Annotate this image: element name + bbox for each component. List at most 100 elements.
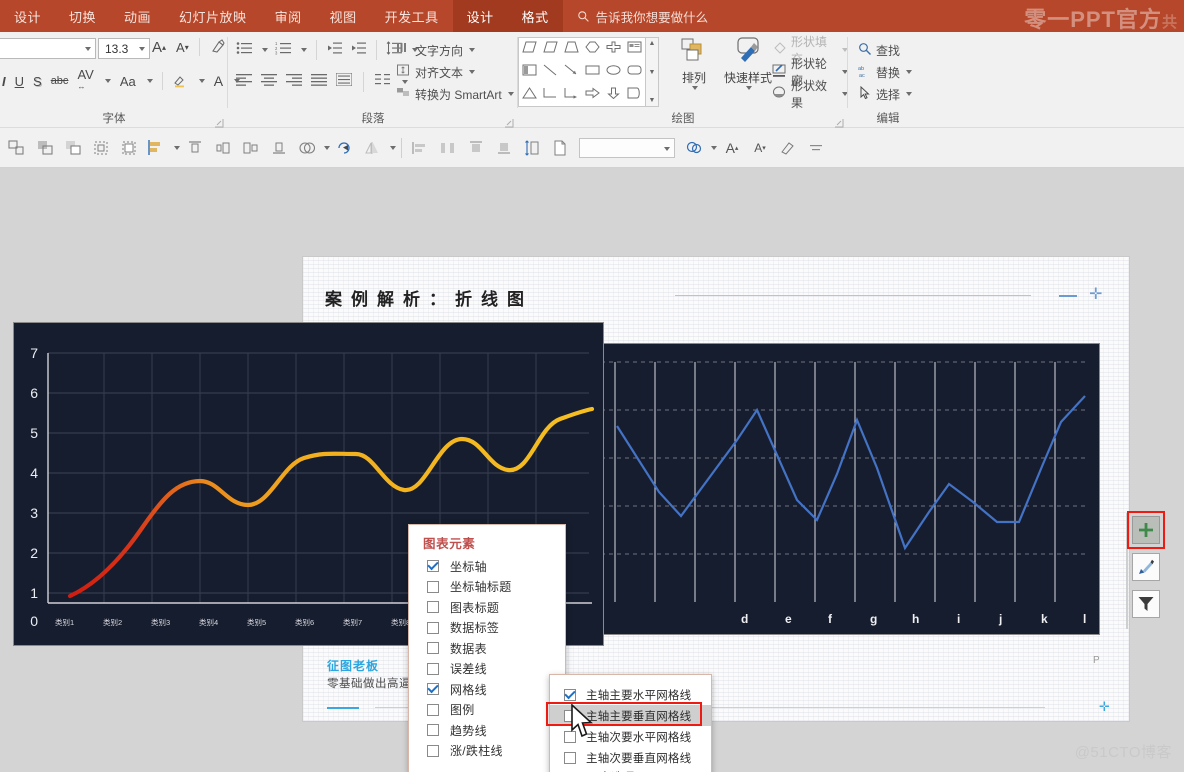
checkbox[interactable] <box>564 751 576 764</box>
chart-element-data-table[interactable]: 数据表 <box>409 638 565 659</box>
decrease-font-quick-button[interactable]: A ▾ <box>747 135 773 161</box>
chevron-down-icon[interactable]: ▼ <box>649 69 656 76</box>
font-color-button[interactable]: A <box>214 73 223 89</box>
rotate-icon[interactable] <box>332 135 358 161</box>
chart-elements-menu[interactable]: 图表元素 坐标轴 坐标轴标题 图表标题 数据标签 数据表 误差线 网格线 图例 … <box>408 524 566 772</box>
find-button[interactable]: 查找 <box>858 39 912 61</box>
submenu-primary-minor-horizontal[interactable]: 主轴次要水平网格线 <box>550 726 711 747</box>
font-size-combo[interactable]: 13.3 <box>98 38 150 59</box>
chevron-down-icon[interactable] <box>390 145 396 150</box>
bullets-button[interactable] <box>236 41 253 60</box>
underline-button[interactable]: U <box>15 74 24 89</box>
replace-button[interactable]: ab ac 替换 <box>858 61 913 83</box>
checkbox[interactable] <box>564 730 576 743</box>
shape-picture-icon[interactable] <box>522 63 537 81</box>
flip-icon[interactable] <box>360 135 386 161</box>
distribute-text-button[interactable] <box>335 72 353 91</box>
quick-styles-button[interactable]: 快速样式 <box>722 36 774 90</box>
new-slide-icon[interactable] <box>547 135 573 161</box>
chevron-down-icon[interactable] <box>174 145 180 150</box>
chevron-down-icon[interactable] <box>262 48 268 52</box>
checkbox[interactable] <box>564 688 576 701</box>
chart-element-gridlines[interactable]: 网格线 <box>409 679 565 700</box>
shapes-gallery[interactable] <box>518 37 646 107</box>
paragraph-dialog-launcher[interactable] <box>504 115 514 128</box>
align-bottom-obj-icon[interactable] <box>491 135 517 161</box>
chart-element-error-bars[interactable]: 误差线 <box>409 659 565 680</box>
shape-pentagon-icon[interactable] <box>627 86 642 104</box>
shape-hexagon-icon[interactable] <box>585 40 600 58</box>
shape-line-icon[interactable] <box>543 63 558 81</box>
shape-parallelogram-icon[interactable] <box>522 40 537 58</box>
align-left-obj-icon[interactable] <box>407 135 433 161</box>
align-top-obj-icon[interactable] <box>463 135 489 161</box>
bring-forward-icon[interactable] <box>32 135 58 161</box>
font-name-combo[interactable] <box>0 38 96 59</box>
shape-arrow-icon[interactable] <box>564 63 579 81</box>
shape-elbow-connector-icon[interactable] <box>543 86 558 104</box>
convert-smartart-button[interactable]: 转换为 SmartArt <box>396 83 514 105</box>
numbering-button[interactable]: 123 <box>275 41 292 60</box>
tab-format[interactable]: 格式 <box>507 0 563 32</box>
increase-indent-button[interactable] <box>350 41 367 60</box>
shape-fill-quick-icon[interactable] <box>681 135 707 161</box>
checkbox[interactable] <box>427 703 439 716</box>
format-painter-icon[interactable] <box>775 135 801 161</box>
chart-element-axis-titles[interactable]: 坐标轴标题 <box>409 577 565 598</box>
checkbox[interactable] <box>427 601 439 614</box>
columns-button[interactable] <box>375 73 391 91</box>
align-bottom-icon[interactable] <box>266 135 292 161</box>
tab-design[interactable]: 设计 <box>0 0 55 32</box>
checkbox[interactable] <box>427 744 439 757</box>
shape-oval-icon[interactable] <box>606 63 621 81</box>
size-height-icon[interactable] <box>519 135 545 161</box>
shapes-more-icon[interactable]: ▼ <box>649 97 656 104</box>
shapes-gallery-scrollbar[interactable]: ▲ ▼ ▼ <box>646 37 659 107</box>
align-top-icon[interactable] <box>182 135 208 161</box>
submenu-primary-major-vertical[interactable]: 主轴主要垂直网格线 <box>546 702 711 726</box>
chevron-down-icon[interactable] <box>146 79 153 83</box>
checkbox[interactable] <box>427 683 439 696</box>
tell-me-box[interactable]: 告诉我你想要做什么 <box>563 0 719 32</box>
decrease-font-size-button[interactable]: A ▾ <box>176 40 189 55</box>
chevron-down-icon[interactable] <box>104 79 111 83</box>
checkbox[interactable] <box>427 724 439 737</box>
tab-animations[interactable]: 动画 <box>110 0 165 32</box>
shape-elbow-arrow-icon[interactable] <box>564 86 579 104</box>
merge-shapes-icon[interactable] <box>294 135 320 161</box>
shape-trapezoid-icon[interactable] <box>564 40 579 58</box>
change-case-button[interactable]: Aa <box>120 74 136 89</box>
italic-button[interactable]: I <box>2 74 6 89</box>
text-direction-button[interactable]: 文字方向 <box>396 39 514 61</box>
select-button[interactable]: 选择 <box>858 83 913 105</box>
chart-element-axes[interactable]: 坐标轴 <box>409 556 565 577</box>
increase-font-quick-button[interactable]: A ▴ <box>719 135 745 161</box>
decrease-indent-button[interactable] <box>326 41 343 60</box>
chart-element-legend[interactable]: 图例 <box>409 700 565 721</box>
checkbox[interactable] <box>427 560 439 573</box>
align-center-button[interactable] <box>261 73 277 91</box>
drawing-dialog-launcher[interactable] <box>834 115 844 128</box>
shape-triangle-icon[interactable] <box>522 86 537 104</box>
clear-formatting-icon[interactable] <box>210 39 226 55</box>
distribute-h-icon[interactable] <box>435 135 461 161</box>
align-center-h-icon[interactable] <box>238 135 264 161</box>
tab-slideshow[interactable]: 幻灯片放映 <box>165 0 261 32</box>
selection-pane-icon[interactable] <box>88 135 114 161</box>
shape-effects-button[interactable]: 形状效果 <box>772 79 848 110</box>
align-left-button[interactable] <box>236 73 252 91</box>
slide-title[interactable]: 案例解析：折线图 <box>325 285 533 310</box>
justify-button[interactable] <box>311 73 327 91</box>
chevron-down-icon[interactable] <box>301 48 307 52</box>
tab-view[interactable]: 视图 <box>316 0 371 32</box>
chart-filters-button[interactable] <box>1132 590 1160 618</box>
checkbox[interactable] <box>427 580 439 593</box>
text-highlight-button[interactable] <box>172 72 188 91</box>
shape-style-combo[interactable] <box>579 137 675 158</box>
chart-right[interactable]: 6 5 4 3 d e f g h i j k l <box>560 343 1100 635</box>
shape-textbox-icon[interactable] <box>627 40 642 58</box>
checkbox[interactable] <box>427 662 439 675</box>
shape-right-arrow-icon[interactable] <box>585 86 600 104</box>
shape-rounded-rect-icon[interactable] <box>627 63 642 81</box>
align-middle-icon[interactable] <box>210 135 236 161</box>
